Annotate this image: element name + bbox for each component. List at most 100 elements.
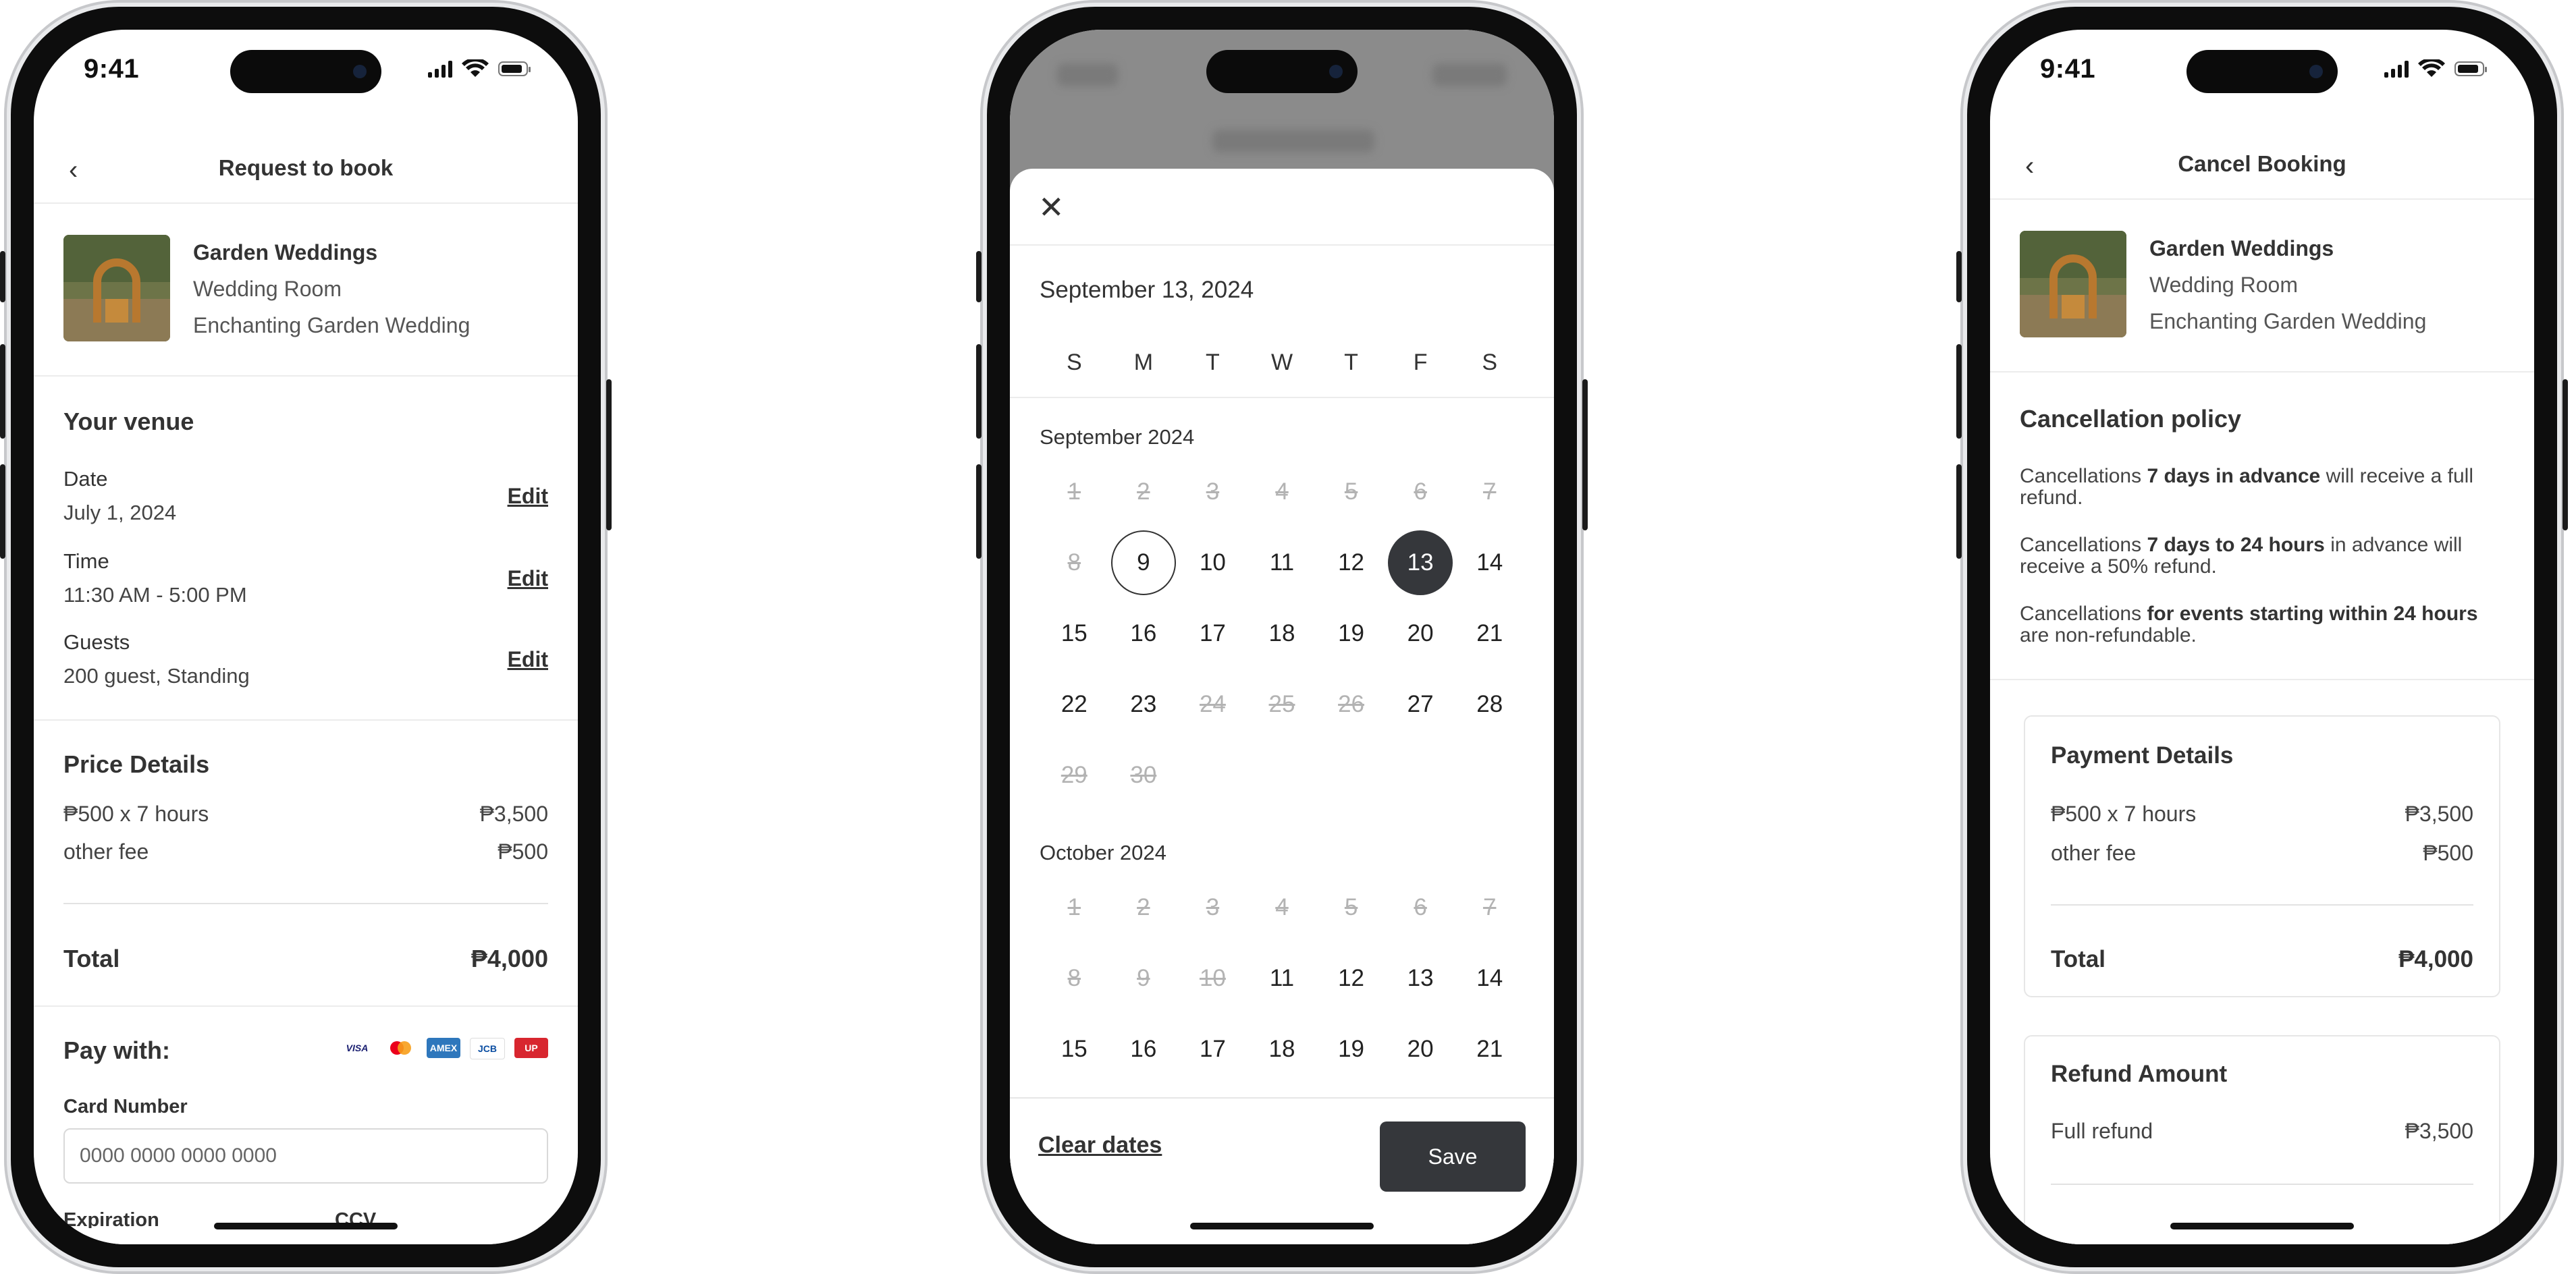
- calendar-day[interactable]: 20: [1388, 1017, 1453, 1082]
- screen: ✕ September 13, 2024 S M T W T F S Septe…: [1010, 30, 1554, 1244]
- venue-thumbnail: [2020, 231, 2126, 337]
- calendar-day-cell[interactable]: 16: [1109, 1014, 1179, 1084]
- home-indicator[interactable]: [214, 1223, 398, 1229]
- total-row: Total ₱4,000: [2051, 946, 2473, 973]
- calendar-day-cell[interactable]: 21: [1455, 598, 1524, 669]
- venue-name: Garden Weddings: [2149, 236, 2334, 260]
- clear-dates-link[interactable]: Clear dates: [1038, 1132, 1162, 1159]
- calendar-day-cell[interactable]: 14: [1455, 943, 1524, 1014]
- calendar-day[interactable]: 22: [1042, 672, 1106, 737]
- calendar-day-cell[interactable]: 23: [1109, 669, 1179, 740]
- calendar-day-cell[interactable]: 18: [1247, 1014, 1317, 1084]
- calendar-day[interactable]: 21: [1457, 601, 1522, 666]
- close-icon[interactable]: ✕: [1038, 192, 1065, 223]
- selected-day[interactable]: 13: [1388, 530, 1453, 595]
- calendar-day[interactable]: 15: [1042, 1017, 1106, 1082]
- calendar-day-cell: 2: [1109, 872, 1179, 943]
- phone-request-to-book: 9:41 ‹ Request to book Garden Weddings W…: [0, 0, 612, 1274]
- volume-up-button: [0, 344, 5, 439]
- home-indicator[interactable]: [1190, 1223, 1374, 1229]
- save-button[interactable]: Save: [1380, 1121, 1526, 1192]
- venue-thumbnail: [63, 235, 170, 341]
- venue-room: Wedding Room: [193, 277, 342, 301]
- calendar-day[interactable]: 12: [1319, 946, 1384, 1011]
- calendar-day-cell[interactable]: 19: [1316, 1014, 1386, 1084]
- calendar-day[interactable]: 18: [1250, 1017, 1314, 1082]
- price-line-value: ₱500: [498, 839, 548, 864]
- calendar-day[interactable]: 23: [1111, 672, 1176, 737]
- calendar-day-cell[interactable]: 15: [1040, 1014, 1109, 1084]
- wifi-icon: [2418, 59, 2445, 77]
- price-line-value: ₱3,500: [479, 802, 548, 826]
- calendar-day[interactable]: 27: [1388, 672, 1453, 737]
- edit-time-link[interactable]: Edit: [508, 566, 548, 591]
- calendar-day[interactable]: 14: [1457, 530, 1522, 595]
- calendar-day-cell[interactable]: 20: [1386, 598, 1455, 669]
- calendar-day-cell[interactable]: 17: [1178, 1014, 1247, 1084]
- calendar-day-cell[interactable]: 22: [1040, 669, 1109, 740]
- calendar-day[interactable]: 14: [1457, 946, 1522, 1011]
- calendar-day[interactable]: 28: [1457, 672, 1522, 737]
- calendar-day[interactable]: 17: [1180, 1017, 1245, 1082]
- calendar-day-cell[interactable]: 14: [1455, 527, 1524, 598]
- calendar-day-cell[interactable]: 27: [1386, 669, 1455, 740]
- calendar-day[interactable]: 16: [1111, 601, 1176, 666]
- calendar-day-cell: 29: [1040, 740, 1109, 810]
- calendar-day: 9: [1137, 964, 1150, 991]
- calendar-day[interactable]: 13: [1388, 946, 1453, 1011]
- calendar-day-cell[interactable]: 28: [1455, 669, 1524, 740]
- calendar-day[interactable]: 11: [1250, 946, 1314, 1011]
- today-day[interactable]: 9: [1110, 530, 1176, 595]
- status-time: 9:41: [2040, 54, 2096, 84]
- calendar-day-cell[interactable]: 16: [1109, 598, 1179, 669]
- calendar-day-cell[interactable]: 9: [1109, 527, 1179, 598]
- divider: [63, 903, 548, 904]
- calendar-day-cell[interactable]: 18: [1247, 598, 1317, 669]
- battery-icon: [498, 61, 531, 76]
- calendar-day-cell: 3: [1178, 872, 1247, 943]
- calendar-day-cell[interactable]: 13: [1386, 943, 1455, 1014]
- calendar-day[interactable]: 20: [1388, 601, 1453, 666]
- edit-date-link[interactable]: Edit: [508, 484, 548, 509]
- edit-guests-link[interactable]: Edit: [508, 647, 548, 672]
- calendar-day-cell[interactable]: 10: [1178, 527, 1247, 598]
- power-button: [1582, 379, 1588, 530]
- divider: [34, 1005, 578, 1007]
- calendar-day[interactable]: 10: [1180, 530, 1245, 595]
- calendar-day[interactable]: 19: [1319, 1017, 1384, 1082]
- calendar-day-cell: 30: [1109, 740, 1179, 810]
- calendar-day-cell[interactable]: 11: [1247, 943, 1317, 1014]
- calendar-day[interactable]: 17: [1180, 601, 1245, 666]
- venue-room: Wedding Room: [2149, 273, 2298, 297]
- amex-icon: AMEX: [427, 1038, 460, 1058]
- calendar-day-cell[interactable]: 17: [1178, 598, 1247, 669]
- calendar-day-cell[interactable]: 19: [1316, 598, 1386, 669]
- calendar-day[interactable]: 21: [1457, 1017, 1522, 1082]
- guests-label: Guests: [63, 630, 130, 654]
- calendar-day-cell[interactable]: 15: [1040, 598, 1109, 669]
- calendar-day[interactable]: 11: [1250, 530, 1314, 595]
- calendar-day-cell: 8: [1040, 943, 1109, 1014]
- calendar-day-cell: 6: [1386, 456, 1455, 527]
- price-details-heading: Price Details: [63, 750, 210, 778]
- calendar-day: 5: [1344, 893, 1358, 920]
- dynamic-island: [230, 50, 381, 93]
- calendar-day[interactable]: 12: [1319, 530, 1384, 595]
- phone-bezel: 9:41 ‹ Cancel Booking Garden Weddings We…: [1967, 7, 2557, 1267]
- calendar-day[interactable]: 16: [1111, 1017, 1176, 1082]
- home-indicator[interactable]: [2170, 1223, 2354, 1229]
- calendar-day: 3: [1206, 893, 1220, 920]
- calendar-day-cell[interactable]: 11: [1247, 527, 1317, 598]
- calendar-day-cell[interactable]: 20: [1386, 1014, 1455, 1084]
- calendar-day-cell[interactable]: 12: [1316, 527, 1386, 598]
- calendar-day-cell[interactable]: 13: [1386, 527, 1455, 598]
- calendar-day-cell: 26: [1316, 669, 1386, 740]
- calendar-day-cell[interactable]: 21: [1455, 1014, 1524, 1084]
- calendar-day-cell[interactable]: 12: [1316, 943, 1386, 1014]
- card-number-input[interactable]: 0000 0000 0000 0000: [63, 1128, 548, 1184]
- calendar-day[interactable]: 19: [1319, 601, 1384, 666]
- calendar-day-cell: 4: [1247, 456, 1317, 527]
- calendar-day[interactable]: 18: [1250, 601, 1314, 666]
- calendar-day[interactable]: 15: [1042, 601, 1106, 666]
- price-line-label: ₱500 x 7 hours: [63, 802, 209, 826]
